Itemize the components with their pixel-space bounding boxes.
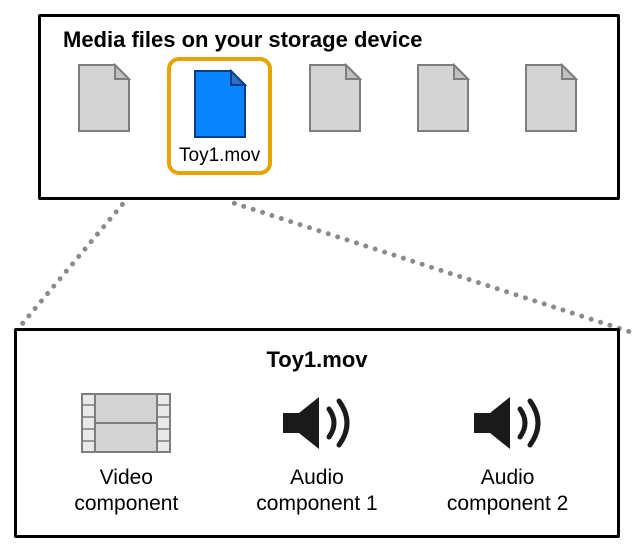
file-icon [77, 63, 131, 133]
speaker-icon [277, 387, 357, 459]
generic-file [506, 63, 596, 133]
callout-connector [13, 201, 126, 334]
generic-file [398, 63, 488, 133]
file-icon [416, 63, 470, 133]
file-detail-panel: Toy1.mov Videocompone [14, 328, 620, 538]
filmstrip-icon [81, 387, 171, 459]
file-label: Toy1.mov [179, 145, 260, 167]
component-label: Audiocomponent 1 [256, 465, 377, 518]
file-icon [524, 63, 578, 133]
audio-component-2: Audiocomponent 2 [418, 387, 598, 518]
speaker-icon [468, 387, 548, 459]
selected-file-frame: Toy1.mov [167, 57, 272, 175]
file-detail-title: Toy1.mov [31, 347, 603, 373]
component-label: Audiocomponent 2 [447, 465, 568, 518]
file-icon [308, 63, 362, 133]
generic-file [59, 63, 149, 133]
audio-component-1: Audiocomponent 1 [227, 387, 407, 518]
storage-device-panel: Media files on your storage device [38, 14, 620, 200]
storage-device-title: Media files on your storage device [63, 27, 601, 53]
callout-connector [231, 200, 632, 335]
file-row: Toy1.mov [59, 63, 601, 175]
component-label: Videocomponent [74, 465, 178, 518]
generic-file [290, 63, 380, 133]
selected-file: Toy1.mov [179, 69, 260, 167]
video-component: Videocomponent [36, 387, 216, 518]
file-icon [193, 69, 247, 139]
component-row: Videocomponent Audiocomponent 1 Audi [31, 387, 603, 518]
